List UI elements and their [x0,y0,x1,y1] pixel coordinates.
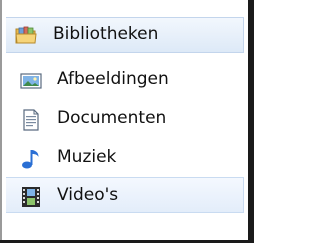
pane-left-border [0,0,2,240]
nav-item-music[interactable]: Muziek [6,140,244,176]
documents-icon [20,109,42,131]
nav-item-music-label: Muziek [57,147,117,167]
nav-item-libraries[interactable]: Bibliotheken [6,17,244,53]
nav-item-libraries-label: Bibliotheken [53,24,159,44]
pictures-icon [20,70,42,92]
navigation-pane: Bibliotheken Afbeeldingen Documenten Muz… [0,0,254,243]
nav-item-pictures[interactable]: Afbeeldingen [6,62,244,98]
nav-item-pictures-label: Afbeeldingen [57,69,169,89]
nav-item-documents[interactable]: Documenten [6,101,244,137]
nav-item-documents-label: Documenten [57,108,167,128]
nav-item-videos-label: Video's [57,185,119,205]
libraries-folder-icon [15,24,37,46]
film-icon [20,186,42,208]
nav-item-videos[interactable]: Video's [6,177,244,213]
music-note-icon [20,148,42,170]
